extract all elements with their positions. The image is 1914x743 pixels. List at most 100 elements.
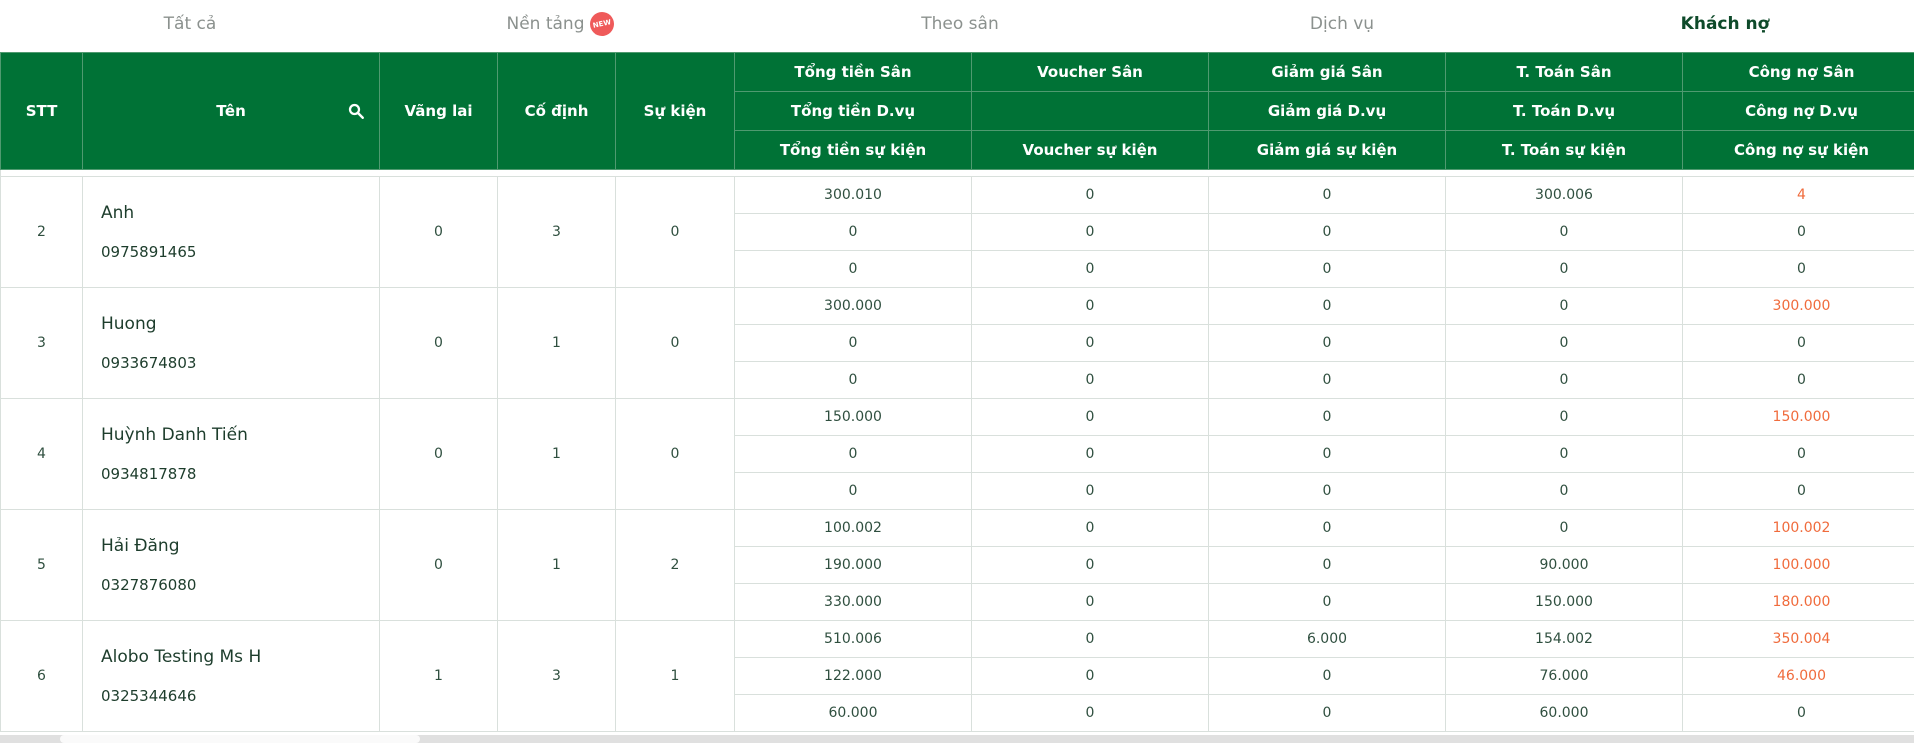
- court-voucher-cell: 0: [971, 398, 1209, 436]
- fixed-count: 1: [497, 287, 616, 399]
- horizontal-scrollbar[interactable]: [0, 735, 1914, 743]
- court-debt-cell: 150.000: [1682, 398, 1914, 436]
- new-badge: NEW: [587, 9, 616, 39]
- stt-cell: 3: [0, 287, 83, 399]
- customer-cell: Anh 0975891465: [82, 176, 380, 288]
- service-voucher-cell: 0: [971, 657, 1209, 695]
- service-voucher-cell: 0: [971, 435, 1209, 473]
- event-total-cell: 330.000: [734, 583, 972, 621]
- event-voucher-cell: 0: [971, 472, 1209, 510]
- court-voucher-cell: 0: [971, 509, 1209, 547]
- court-discount-cell: 6.000: [1208, 620, 1446, 658]
- customer-name[interactable]: Hải Đăng: [101, 536, 379, 556]
- customer-phone: 0975891465: [101, 243, 197, 261]
- table-row[interactable]: 3 Huong 0933674803 0 1 0 300.000 0 0 0 300.000: [0, 287, 1914, 399]
- court-total-cell: 300.010: [734, 176, 972, 214]
- fixed-count: 3: [497, 176, 616, 288]
- customer-phone: 0327876080: [101, 576, 197, 594]
- header-service-voucher: [971, 91, 1209, 131]
- header-event-debt: Công nợ sự kiện: [1682, 130, 1914, 170]
- table-row[interactable]: 5 Hải Đăng 0327876080 0 1 2 100.002 0 0 0 100.002: [0, 509, 1914, 621]
- event-debt-cell: 0: [1682, 472, 1914, 510]
- customer-name[interactable]: Huong: [101, 314, 379, 334]
- court-debt-cell: 300.000: [1682, 287, 1914, 325]
- header-service-discount: Giảm giá D.vụ: [1208, 91, 1446, 131]
- walkin-count: 0: [379, 287, 498, 399]
- fixed-count: 1: [497, 509, 616, 621]
- event-discount-cell: 0: [1208, 583, 1446, 621]
- court-debt-cell: 100.002: [1682, 509, 1914, 547]
- header-court-total: Tổng tiền Sân: [734, 52, 972, 92]
- service-paid-cell: 0: [1445, 435, 1683, 473]
- court-debt-cell: 4: [1682, 176, 1914, 214]
- tab-platform[interactable]: Nền tảng NEW: [460, 0, 660, 48]
- tab-debtors[interactable]: Khách nợ: [1535, 0, 1914, 56]
- event-paid-cell: 150.000: [1445, 583, 1683, 621]
- customer-name[interactable]: Huỳnh Danh Tiến: [101, 425, 379, 445]
- service-debt-cell: 46.000: [1682, 657, 1914, 695]
- table-row[interactable]: 2 Anh 0975891465 0 3 0 300.010 0 0 300.006 4: [0, 176, 1914, 288]
- event-paid-cell: 0: [1445, 361, 1683, 399]
- col-fixed-header: Cố định: [497, 52, 616, 170]
- service-debt-cell: 0: [1682, 213, 1914, 251]
- service-voucher-cell: 0: [971, 324, 1209, 362]
- tab-services[interactable]: Dịch vụ: [1242, 0, 1442, 48]
- court-debt-cell: 350.004: [1682, 620, 1914, 658]
- tab-all[interactable]: Tất cả: [90, 0, 290, 48]
- service-discount-cell: 0: [1208, 324, 1446, 362]
- event-voucher-cell: 0: [971, 583, 1209, 621]
- header-event-discount: Giảm giá sự kiện: [1208, 130, 1446, 170]
- header-service-total: Tổng tiền D.vụ: [734, 91, 972, 131]
- service-voucher-cell: 0: [971, 546, 1209, 584]
- court-paid-cell: 154.002: [1445, 620, 1683, 658]
- tab-bar: Tất cả Nền tảng NEW Theo sân Dịch vụ Khác…: [0, 0, 1914, 56]
- walkin-count: 0: [379, 398, 498, 510]
- court-paid-cell: 0: [1445, 398, 1683, 436]
- header-event-paid: T. Toán sự kiện: [1445, 130, 1683, 170]
- customer-phone: 0934817878: [101, 465, 197, 483]
- stt-cell: 6: [0, 620, 83, 732]
- court-discount-cell: 0: [1208, 287, 1446, 325]
- event-total-cell: 0: [734, 361, 972, 399]
- court-total-cell: 300.000: [734, 287, 972, 325]
- event-total-cell: 0: [734, 250, 972, 288]
- service-voucher-cell: 0: [971, 213, 1209, 251]
- event-debt-cell: 0: [1682, 250, 1914, 288]
- tab-by-court[interactable]: Theo sân: [860, 0, 1060, 48]
- walkin-count: 0: [379, 509, 498, 621]
- service-paid-cell: 0: [1445, 213, 1683, 251]
- table-spacer-row: [0, 169, 1914, 177]
- header-court-voucher: Voucher Sân: [971, 52, 1209, 92]
- event-count: 1: [615, 620, 735, 732]
- scrollbar-thumb[interactable]: [60, 735, 420, 743]
- service-paid-cell: 76.000: [1445, 657, 1683, 695]
- header-court-discount: Giảm giá Sân: [1208, 52, 1446, 92]
- event-voucher-cell: 0: [971, 250, 1209, 288]
- service-discount-cell: 0: [1208, 657, 1446, 695]
- event-debt-cell: 0: [1682, 694, 1914, 732]
- header-service-paid: T. Toán D.vụ: [1445, 91, 1683, 131]
- event-voucher-cell: 0: [971, 694, 1209, 732]
- fixed-count: 1: [497, 398, 616, 510]
- header-service-debt: Công nợ D.vụ: [1682, 91, 1914, 131]
- customer-name[interactable]: Anh: [101, 203, 379, 223]
- customer-name[interactable]: Alobo Testing Ms H: [101, 647, 379, 667]
- header-court-paid: T. Toán Sân: [1445, 52, 1683, 92]
- table-body: 2 Anh 0975891465 0 3 0 300.010 0 0 300.006 4 0 0 0 0 0 0…: [0, 169, 1914, 732]
- court-voucher-cell: 0: [971, 176, 1209, 214]
- event-paid-cell: 0: [1445, 250, 1683, 288]
- event-count: 0: [615, 398, 735, 510]
- court-voucher-cell: 0: [971, 620, 1209, 658]
- court-total-cell: 510.006: [734, 620, 972, 658]
- search-icon[interactable]: [347, 102, 365, 120]
- event-debt-cell: 180.000: [1682, 583, 1914, 621]
- court-paid-cell: 0: [1445, 287, 1683, 325]
- event-discount-cell: 0: [1208, 472, 1446, 510]
- court-paid-cell: 0: [1445, 509, 1683, 547]
- event-total-cell: 0: [734, 472, 972, 510]
- col-event-header: Sự kiện: [615, 52, 735, 170]
- table-row[interactable]: 4 Huỳnh Danh Tiến 0934817878 0 1 0 150.000 0 0 0 1…: [0, 398, 1914, 510]
- service-discount-cell: 0: [1208, 435, 1446, 473]
- table-row[interactable]: 6 Alobo Testing Ms H 0325344646 1 3 1 510.006 0…: [0, 620, 1914, 732]
- event-paid-cell: 60.000: [1445, 694, 1683, 732]
